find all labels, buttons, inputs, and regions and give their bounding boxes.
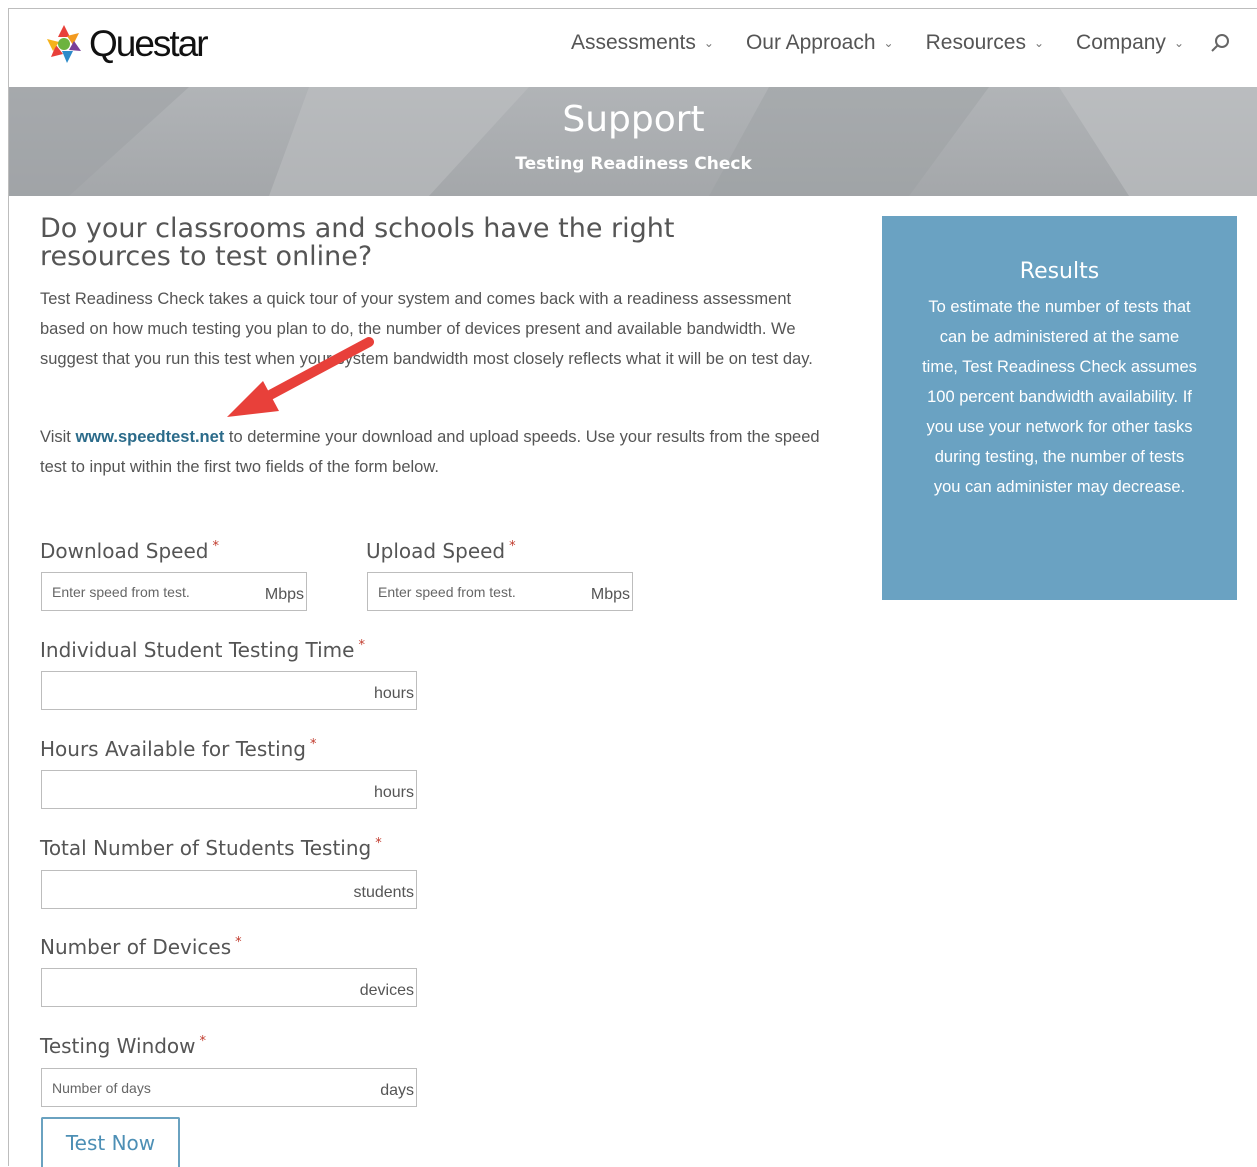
required-marker: * [235, 935, 242, 950]
testing-window-field: days [41, 1068, 417, 1107]
number-of-devices-label: Number of Devices * [40, 935, 242, 959]
required-marker: * [199, 1034, 207, 1049]
upload-unit: Mbps [590, 585, 630, 603]
total-students-field: students [41, 870, 417, 909]
nav-resources[interactable]: Resources ⌄ [926, 31, 1044, 55]
section-heading: Do your classrooms and schools have the … [40, 213, 675, 272]
student-testing-time-label: Individual Student Testing Time * [40, 638, 365, 662]
results-description: To estimate the number of tests that can… [922, 298, 1197, 496]
chevron-down-icon: ⌄ [1173, 36, 1184, 50]
hours-available-label: Hours Available for Testing * [40, 737, 317, 761]
required-marker: * [310, 737, 317, 752]
testing-window-label: Testing Window * [40, 1034, 206, 1058]
hours-available-label-text: Hours Available for Testing [40, 737, 307, 761]
test-now-button[interactable]: Test Now [41, 1117, 180, 1167]
nav-resources-label: Resources [925, 31, 1026, 54]
page-title: Support [562, 99, 705, 140]
total-students-label: Total Number of Students Testing * [40, 836, 382, 860]
top-navigation-bar: Questar Assessments ⌄ Our Approach ⌄ Res… [9, 9, 1257, 87]
upload-speed-field: Mbps [367, 572, 633, 611]
testing-window-input[interactable] [42, 1078, 381, 1097]
logo-wordmark: Questar [89, 23, 209, 64]
testing-window-label-text: Testing Window [40, 1034, 196, 1058]
download-speed-input[interactable] [42, 582, 265, 601]
questar-logo-icon [47, 25, 81, 63]
student-testing-time-unit: hours [373, 684, 414, 702]
required-marker: * [212, 539, 219, 554]
nav-company[interactable]: Company ⌄ [1076, 31, 1184, 55]
download-speed-label: Download Speed * [40, 539, 219, 563]
visit-prefix: Visit [40, 428, 76, 446]
number-of-devices-input[interactable] [42, 978, 360, 997]
upload-speed-input[interactable] [368, 582, 591, 601]
number-of-devices-field: devices [41, 968, 417, 1007]
hours-available-field: hours [41, 770, 417, 809]
main-nav: Assessments ⌄ Our Approach ⌄ Resources ⌄… [539, 31, 1232, 55]
download-unit: Mbps [264, 585, 304, 603]
hours-available-input[interactable] [42, 780, 374, 799]
total-students-label-text: Total Number of Students Testing [40, 836, 372, 860]
search-icon[interactable] [1210, 32, 1232, 54]
number-of-devices-unit: devices [359, 981, 414, 999]
testing-window-unit: days [380, 1081, 414, 1099]
number-of-devices-label-text: Number of Devices [40, 935, 232, 959]
page-subtitle: Testing Readiness Check [515, 154, 752, 174]
results-panel: Results To estimate the number of tests … [882, 216, 1237, 600]
student-testing-time-field: hours [41, 671, 417, 710]
hours-available-unit: hours [373, 783, 414, 801]
nav-assessments[interactable]: Assessments ⌄ [571, 31, 714, 55]
chevron-down-icon: ⌄ [703, 36, 714, 50]
download-speed-label-text: Download Speed [40, 539, 209, 563]
student-testing-time-label-text: Individual Student Testing Time [40, 638, 355, 662]
nav-our-approach[interactable]: Our Approach ⌄ [746, 31, 894, 55]
download-speed-field: Mbps [41, 572, 307, 611]
chevron-down-icon: ⌄ [1033, 36, 1045, 50]
intro-paragraph: Test Readiness Check takes a quick tour … [40, 290, 813, 368]
results-title: Results [1019, 259, 1100, 284]
total-students-input[interactable] [42, 880, 354, 899]
page-banner: Support Testing Readiness Check [9, 87, 1257, 196]
upload-speed-label: Upload Speed * [366, 539, 516, 563]
chevron-down-icon: ⌄ [883, 36, 894, 50]
questar-logo[interactable]: Questar [43, 23, 209, 65]
total-students-unit: students [353, 883, 414, 901]
speedtest-link[interactable]: www.speedtest.net [75, 428, 224, 446]
required-marker: * [375, 836, 382, 851]
required-marker: * [358, 638, 365, 653]
speedtest-paragraph: Visit www.speedtest.net to determine you… [40, 422, 830, 482]
nav-our-approach-label: Our Approach [745, 31, 876, 54]
nav-company-label: Company [1076, 31, 1166, 54]
nav-assessments-label: Assessments [571, 31, 696, 54]
upload-speed-label-text: Upload Speed [366, 539, 506, 563]
required-marker: * [509, 539, 516, 554]
student-testing-time-input[interactable] [42, 681, 374, 700]
page-frame: Questar Assessments ⌄ Our Approach ⌄ Res… [8, 8, 1257, 1167]
